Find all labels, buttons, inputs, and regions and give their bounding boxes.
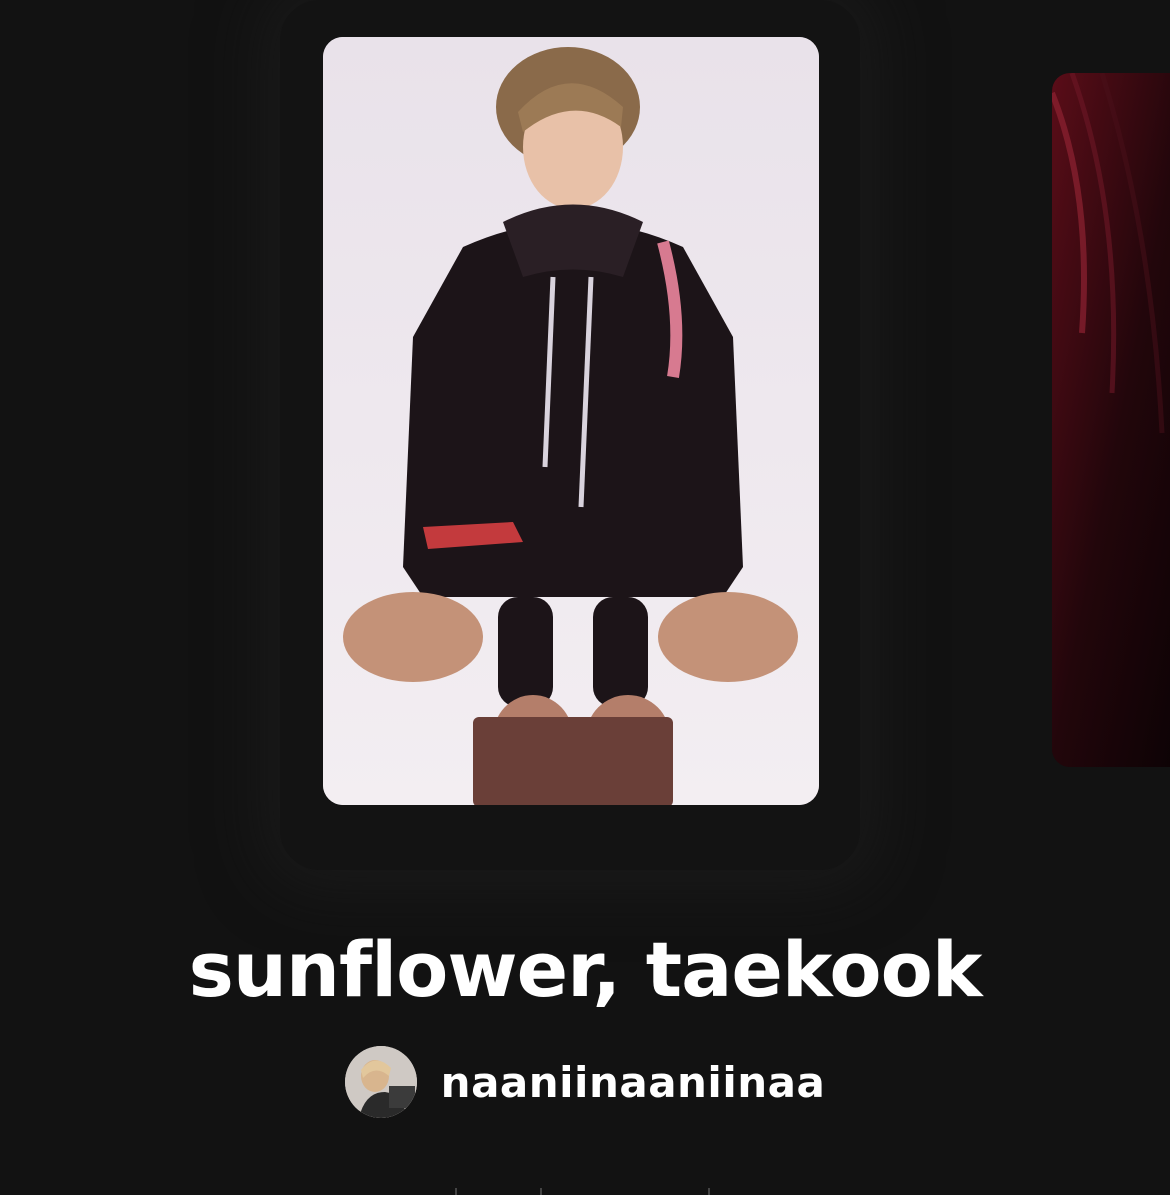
bottom-divider-marks: [450, 1188, 720, 1195]
next-story-cover-image: [1052, 73, 1170, 767]
author-avatar-image: [344, 1046, 417, 1118]
cover-carousel[interactable]: [0, 0, 1170, 880]
story-title: sunflower, taekook: [188, 925, 983, 1014]
next-story-cover[interactable]: [1052, 73, 1170, 767]
story-cover[interactable]: [323, 37, 819, 805]
author-row[interactable]: naaniinaaniinaa: [0, 1046, 1170, 1118]
author-name[interactable]: naaniinaaniinaa: [441, 1058, 826, 1107]
story-cover-image: [323, 37, 819, 805]
avatar[interactable]: [344, 1046, 417, 1118]
